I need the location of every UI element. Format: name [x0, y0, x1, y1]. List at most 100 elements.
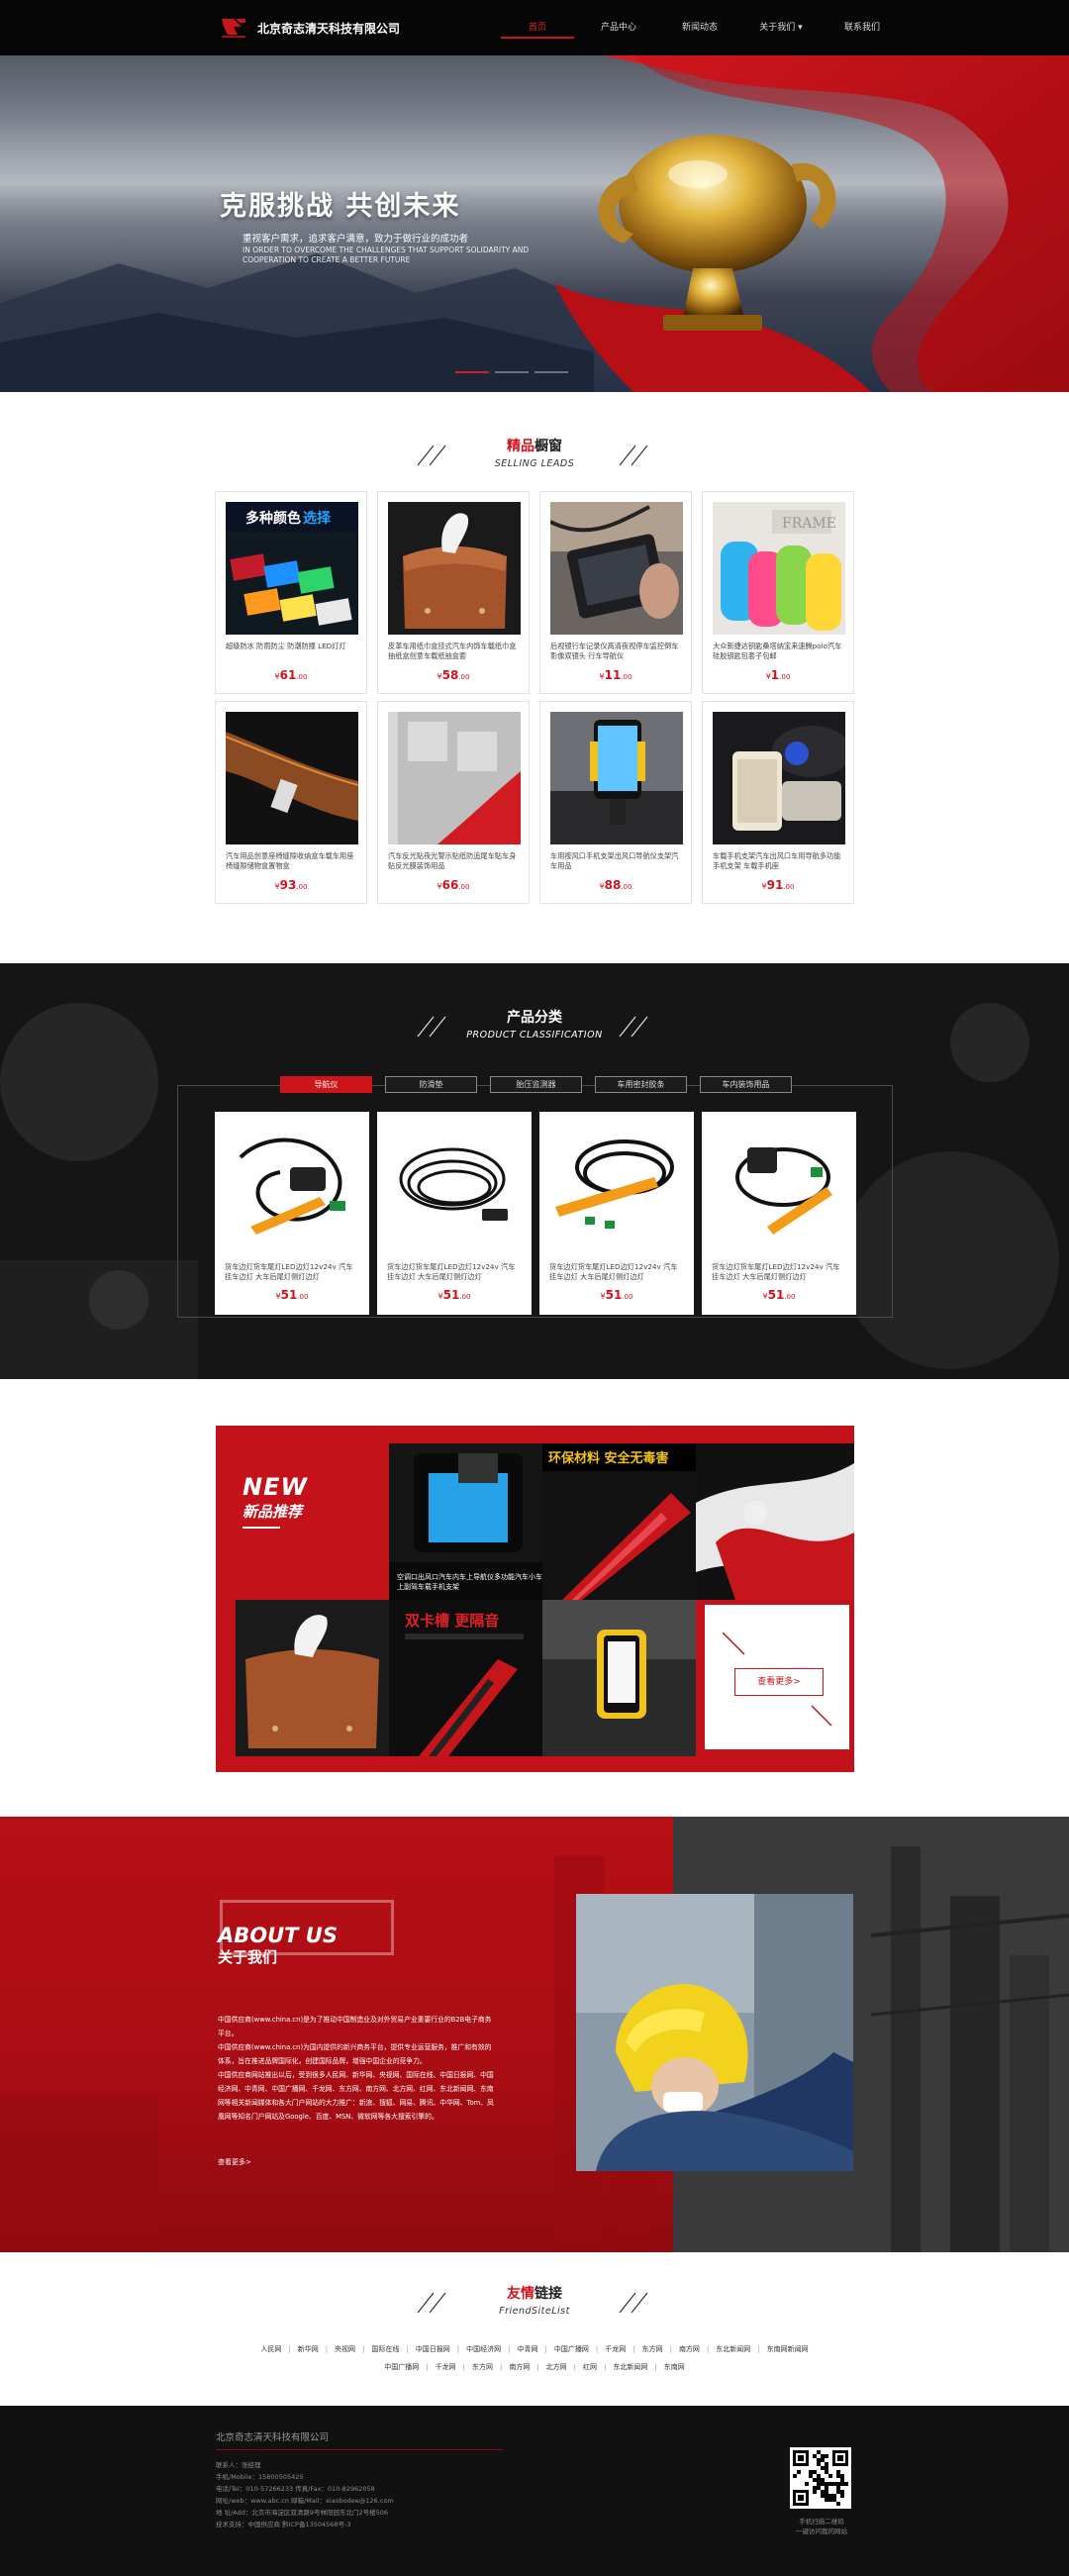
friend-link[interactable]: 南方网 — [672, 2345, 707, 2353]
logo-icon[interactable] — [220, 15, 247, 39]
product-card[interactable]: 货车边灯货车尾灯LED边灯12v24v 汽车挂车边灯 大车后尾灯侧灯边灯 ¥51… — [539, 1112, 694, 1315]
carousel-dot[interactable] — [534, 371, 568, 373]
friend-link[interactable]: 新华网 — [291, 2345, 326, 2353]
slash-decoration-icon — [619, 2292, 648, 2314]
product-image — [708, 1118, 850, 1248]
nav-item-about[interactable]: 关于我们 ▾ — [740, 0, 822, 55]
nav-item-products[interactable]: 产品中心 — [578, 0, 659, 55]
qr-caption: 手机扫描二维码 一键访问我的网站 — [796, 2518, 847, 2535]
new-product-tile[interactable]: 空调口出风口汽车内车上导航仪多功能汽车小车上副驾车载手机支架 — [389, 1443, 542, 1600]
carousel-dot[interactable] — [455, 371, 489, 373]
friend-link[interactable]: 东方网 — [635, 2345, 670, 2353]
arrow-diagonal-icon — [811, 1705, 832, 1727]
product-desc: 货车边灯货车尾灯LED边灯12v24v 汽车挂车边灯 大车后尾灯侧灯边灯 — [549, 1262, 678, 1281]
new-product-tile[interactable] — [236, 1600, 389, 1756]
product-price: ¥51.00 — [437, 1288, 471, 1302]
more-box: 查看更多> — [703, 1603, 851, 1751]
about-more-link[interactable]: 查看更多> — [218, 2157, 251, 2167]
product-card[interactable]: 货车边灯货车尾灯LED边灯12v24v 汽车挂车边灯 大车后尾灯侧灯边灯 ¥51… — [215, 1112, 369, 1315]
arrow-diagonal-icon — [723, 1633, 745, 1655]
product-image — [550, 712, 683, 844]
new-products-section: NEW 新品推荐 空调口出风口汽车内车上导航仪多功能汽车小车上副驾车载手机支架 … — [216, 1426, 854, 1772]
friend-link[interactable]: 中国经济网 — [459, 2345, 508, 2353]
product-classification-section: 产品分类 PRODUCT CLASSIFICATION 导航仪 防滑垫 胎压监测… — [0, 963, 1069, 1379]
svg-text:FRAME: FRAME — [782, 516, 836, 532]
friend-link[interactable]: 北方网 — [539, 2363, 574, 2371]
new-product-tile[interactable]: 双卡槽 更隔音 — [389, 1600, 542, 1756]
nav-item-news[interactable]: 新闻动态 — [659, 0, 740, 55]
product-image — [226, 712, 358, 844]
about-photo — [576, 1894, 853, 2171]
banner-text: 双卡槽 更隔音 — [405, 1612, 499, 1630]
tab-navigator[interactable]: 导航仪 — [280, 1076, 372, 1093]
tab-anti-slip-mat[interactable]: 防滑垫 — [385, 1076, 477, 1093]
product-card[interactable]: 多种颜色 选择 超级防水 防雨防尘 防潮防撞 LED灯灯 ¥61.00 — [215, 491, 367, 694]
section-title: 产品分类 — [507, 1010, 562, 1026]
new-product-tile[interactable] — [542, 1600, 696, 1756]
carousel-dot[interactable] — [495, 371, 529, 373]
product-price: ¥1.00 — [765, 668, 791, 682]
new-product-tile[interactable]: 环保材料 安全无毒害 — [542, 1443, 696, 1600]
hero-banner: 克服挑战 共创未来 重视客户需求，追求客户满意，致力于做行业的成功者 IN OR… — [0, 55, 1069, 392]
product-price: ¥93.00 — [274, 878, 308, 892]
company-name[interactable]: 北京奇志清天科技有限公司 — [257, 20, 400, 37]
selling-leads-heading: 精品橱窗 SELLING LEADS — [0, 436, 1069, 469]
classification-heading: 产品分类 PRODUCT CLASSIFICATION — [0, 1007, 1069, 1040]
friend-link[interactable]: 千龙网 — [598, 2345, 632, 2353]
tab-tire-pressure[interactable]: 胎压监测器 — [490, 1076, 582, 1093]
friend-link[interactable]: 中国广播网 — [547, 2345, 596, 2353]
svg-text:多种颜色: 多种颜色 — [245, 510, 301, 527]
tab-seal-strip[interactable]: 车用密封胶条 — [595, 1076, 687, 1093]
main-nav: 首页 产品中心 新闻动态 关于我们 ▾ 联系我们 — [497, 0, 903, 55]
friend-link[interactable]: 人民网 — [253, 2345, 288, 2353]
product-card[interactable]: 货车边灯货车尾灯LED边灯12v24v 汽车挂车边灯 大车后尾灯侧灯边灯 ¥51… — [377, 1112, 532, 1315]
product-card[interactable]: 车载手机支架汽车出风口车用导航多功能手机支架 车载手机座 ¥91.00 — [702, 701, 854, 904]
about-title-cn: 关于我们 — [218, 1948, 278, 1966]
nav-item-home[interactable]: 首页 — [497, 0, 578, 55]
section-title: 友情链接 — [507, 2286, 562, 2302]
product-image — [221, 1118, 363, 1248]
friend-link[interactable]: 中国广播网 — [377, 2363, 426, 2371]
product-desc: 货车边灯货车尾灯LED边灯12v24v 汽车挂车边灯 大车后尾灯侧灯边灯 — [387, 1262, 516, 1281]
friend-link[interactable]: 南方网 — [502, 2363, 536, 2371]
friend-link[interactable]: 国际在线 — [364, 2345, 406, 2353]
carousel-indicators — [455, 371, 568, 373]
friend-link[interactable]: 央视网 — [328, 2345, 362, 2353]
friend-link[interactable]: 红网 — [576, 2363, 604, 2371]
friend-link[interactable]: 东北新闻网 — [709, 2345, 757, 2353]
product-desc: 大众新捷达钥匙桑塔纳宝来速腾polo汽车硅胶钥匙包套子包邮 — [713, 642, 842, 660]
tab-interior-decor[interactable]: 车内装饰用品 — [700, 1076, 792, 1093]
product-price: ¥61.00 — [274, 668, 308, 682]
product-card[interactable]: 货车边灯货车尾灯LED边灯12v24v 汽车挂车边灯 大车后尾灯侧灯边灯 ¥51… — [702, 1112, 856, 1315]
view-more-button[interactable]: 查看更多> — [734, 1668, 824, 1696]
friend-link[interactable]: 东南网 — [657, 2363, 692, 2371]
slash-decoration-icon — [619, 1016, 648, 1038]
product-desc: 车用按风口手机支架出风口导航仪支架汽车用品 — [550, 851, 679, 870]
friend-link[interactable]: 中青网 — [511, 2345, 545, 2353]
product-desc: 后视镜行车记录仪高清夜视停车监控倒车影像双镜头 行车导航仪 — [550, 642, 679, 660]
product-card[interactable]: FRAME 大众新捷达钥匙桑塔纳宝来速腾polo汽车硅胶钥匙包套子包邮 ¥1.0… — [702, 491, 854, 694]
about-description: 中国供应商(www.china.cn)是为了推动中国制造业及对外贸易产业重要行业… — [218, 2016, 494, 2121]
friend-links-row: 中国广播网 | 千龙网 | 东方网 | 南方网 | 北方网 | 红网 | 东北新闻网 | 东南网 — [0, 2362, 1069, 2372]
product-card[interactable]: 汽车用品创意座椅缝隙收纳盒车载车用座椅缝隙储物盒置物盒 ¥93.00 — [215, 701, 367, 904]
new-product-tile[interactable] — [696, 1443, 854, 1600]
nav-item-contact[interactable]: 联系我们 — [822, 0, 903, 55]
product-card[interactable]: 皮革车用纸巾盒挂式汽车内饰车载纸巾盒抽纸盒创意车载纸抽盒套 ¥58.00 — [377, 491, 530, 694]
product-card[interactable]: 汽车反光贴夜光警示贴纸防追尾车贴车身贴反光膜装饰用品 ¥66.00 — [377, 701, 530, 904]
product-card[interactable]: 后视镜行车记录仪高清夜视停车监控倒车影像双镜头 行车导航仪 ¥11.00 — [539, 491, 692, 694]
about-title-en: ABOUT US — [218, 1924, 338, 1947]
svg-text:选择: 选择 — [303, 510, 332, 527]
product-price: ¥91.00 — [761, 878, 795, 892]
product-desc: 货车边灯货车尾灯LED边灯12v24v 汽车挂车边灯 大车后尾灯侧灯边灯 — [225, 1262, 353, 1281]
friend-link[interactable]: 东南网新闻网 — [760, 2345, 816, 2353]
friend-link[interactable]: 千龙网 — [429, 2363, 463, 2371]
section-subtitle: SELLING LEADS — [494, 458, 575, 469]
product-card[interactable]: 车用按风口手机支架出风口导航仪支架汽车用品 ¥88.00 — [539, 701, 692, 904]
product-desc: 皮革车用纸巾盒挂式汽车内饰车载纸巾盒抽纸盒创意车载纸抽盒套 — [388, 642, 517, 660]
friend-link[interactable]: 东北新闻网 — [606, 2363, 654, 2371]
friend-link[interactable]: 东方网 — [465, 2363, 500, 2371]
footer-contact-info: 联系人：张经理 手机/Mobile：15800505425 电话/Tel：010… — [216, 2461, 394, 2528]
friend-link[interactable]: 中国日报网 — [409, 2345, 457, 2353]
hero-background-image — [0, 55, 1069, 392]
product-image — [388, 712, 521, 844]
